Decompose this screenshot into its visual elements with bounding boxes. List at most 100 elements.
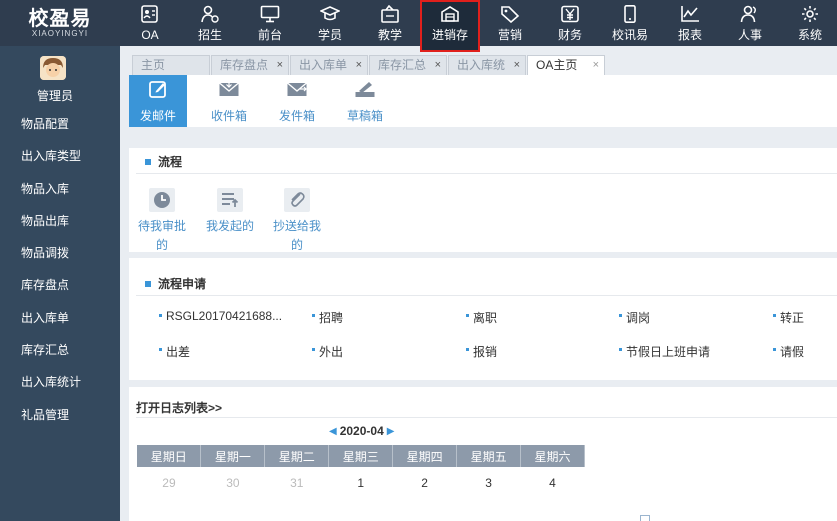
open-log-list-link[interactable]: 打开日志列表>> xyxy=(136,399,222,416)
nav-enrollment[interactable]: 招生 xyxy=(180,0,240,46)
nav-front-desk[interactable]: 前台 xyxy=(240,0,300,46)
apply-link-transfer[interactable]: 调岗 xyxy=(619,309,650,326)
calendar-day[interactable]: 4 xyxy=(521,467,585,499)
nav-system[interactable]: 系统 xyxy=(780,0,837,46)
sidebar-item-stock-summary[interactable]: 库存汇总 xyxy=(0,334,120,366)
prev-month-icon[interactable]: ◀ xyxy=(329,426,337,437)
pending-approval-button[interactable]: 待我审批的 xyxy=(134,188,190,255)
nav-oa-label: OA xyxy=(141,28,159,42)
initiated-by-me-button[interactable]: 我发起的 xyxy=(202,188,258,236)
compose-mail-label: 发邮件 xyxy=(139,109,176,123)
nav-marketing-label: 营销 xyxy=(497,28,522,42)
initiated-by-me-label: 我发起的 xyxy=(205,219,254,233)
partial-icon xyxy=(640,515,650,521)
log-divider xyxy=(136,417,837,418)
flow-panel: 流程 待我审批的 我发起的 抄送给我的 xyxy=(129,148,837,252)
apply-link-business-trip[interactable]: 出差 xyxy=(159,343,190,360)
cc-to-me-button[interactable]: 抄送给我的 xyxy=(269,188,325,255)
apply-link-going-out[interactable]: 外出 xyxy=(312,343,343,360)
tab-io-orders[interactable]: 出入库单 × xyxy=(290,55,368,75)
nav-hr-label: 人事 xyxy=(737,28,762,42)
flow-title: 流程 xyxy=(145,155,182,169)
draft-icon xyxy=(353,78,377,100)
outbox-button[interactable]: 发件箱 xyxy=(268,75,326,127)
next-month-icon[interactable]: ▶ xyxy=(387,426,395,437)
tab-home-label: 主页 xyxy=(141,58,166,72)
weekday-header: 星期二 xyxy=(264,445,330,467)
flow-apply-divider xyxy=(136,295,837,296)
nav-oa[interactable]: OA xyxy=(120,0,180,46)
sidebar-item-gifts[interactable]: 礼品管理 xyxy=(0,399,120,431)
nav-system-label: 系统 xyxy=(797,28,822,42)
tab-stocktake[interactable]: 库存盘点 × xyxy=(211,55,289,75)
nav-finance[interactable]: 财务 xyxy=(540,0,600,46)
weekday-header: 星期四 xyxy=(392,445,458,467)
sidebar-item-stock-out[interactable]: 物品出库 xyxy=(0,205,120,237)
tab-io-stats[interactable]: 出入库统 × xyxy=(448,55,526,75)
calendar-day[interactable]: 2 xyxy=(393,467,457,499)
top-bar: 校盈易 XIAOYINGYI OA 招生 前台 学员 教学 进销存 营销 财务 … xyxy=(0,0,837,52)
apply-link-regularize[interactable]: 转正 xyxy=(773,309,804,326)
nav-students-label: 学员 xyxy=(317,28,342,42)
sidebar-item-item-config[interactable]: 物品配置 xyxy=(0,108,120,140)
drafts-button[interactable]: 草稿箱 xyxy=(336,75,394,127)
calendar-month: 2020-04 xyxy=(339,424,384,438)
tab-stock-summary[interactable]: 库存汇总 × xyxy=(369,55,447,75)
apply-link-reimburse[interactable]: 报销 xyxy=(466,343,497,360)
sidebar: 管理员 物品配置 出入库类型 物品入库 物品出库 物品调拨 库存盘点 出入库单 … xyxy=(0,46,120,521)
apply-link-holiday-work[interactable]: 节假日上班申请 xyxy=(619,343,710,360)
sidebar-item-io-stats[interactable]: 出入库统计 xyxy=(0,366,120,398)
apply-link-rsgl[interactable]: RSGL20170421688... xyxy=(159,309,282,323)
monitor-icon xyxy=(259,4,281,24)
nav-messaging-label: 校讯易 xyxy=(611,28,648,42)
calendar-day[interactable]: 3 xyxy=(457,467,521,499)
nav-inventory[interactable]: 进销存 xyxy=(420,0,480,52)
nav-students[interactable]: 学员 xyxy=(300,0,360,46)
nav-reports[interactable]: 报表 xyxy=(660,0,720,46)
mobile-icon xyxy=(619,4,641,24)
logo-subtitle: XIAOYINGYI xyxy=(31,29,89,38)
nav-front-desk-label: 前台 xyxy=(257,28,282,42)
main-nav: OA 招生 前台 学员 教学 进销存 营销 财务 校讯易 报表 人事 系统 xyxy=(120,0,837,52)
flow-apply-title: 流程申请 xyxy=(145,277,206,291)
warehouse-icon xyxy=(439,4,461,24)
people-icon xyxy=(739,4,761,24)
calendar-day[interactable]: 31 xyxy=(265,467,329,499)
sidebar-item-stock-in[interactable]: 物品入库 xyxy=(0,173,120,205)
sidebar-item-io-orders[interactable]: 出入库单 xyxy=(0,302,120,334)
sidebar-item-stocktake[interactable]: 库存盘点 xyxy=(0,269,120,301)
nav-teaching[interactable]: 教学 xyxy=(360,0,420,46)
cc-to-me-label: 抄送给我的 xyxy=(272,219,321,252)
tab-oa-home[interactable]: OA主页 × xyxy=(527,55,605,75)
nav-reports-label: 报表 xyxy=(677,28,702,42)
close-icon[interactable]: × xyxy=(514,56,520,75)
weekday-header: 星期五 xyxy=(456,445,522,467)
close-icon[interactable]: × xyxy=(593,56,599,75)
apply-link-leave[interactable]: 请假 xyxy=(773,343,804,360)
calendar-day[interactable]: 1 xyxy=(329,467,393,499)
sidebar-menu: 物品配置 出入库类型 物品入库 物品出库 物品调拨 库存盘点 出入库单 库存汇总… xyxy=(0,108,120,431)
sidebar-item-io-types[interactable]: 出入库类型 xyxy=(0,140,120,172)
compose-mail-button[interactable]: 发邮件 xyxy=(129,75,187,127)
nav-finance-label: 财务 xyxy=(557,28,582,42)
log-panel: 打开日志列表>> ◀ 2020-04 ▶ 星期日 星期一 星期二 星期三 星期四… xyxy=(129,387,837,521)
calendar-day[interactable]: 30 xyxy=(201,467,265,499)
nav-teaching-label: 教学 xyxy=(377,28,402,42)
close-icon[interactable]: × xyxy=(356,56,362,75)
nav-marketing[interactable]: 营销 xyxy=(480,0,540,46)
calendar-day[interactable]: 29 xyxy=(137,467,201,499)
close-icon[interactable]: × xyxy=(435,56,441,75)
avatar xyxy=(40,56,66,80)
tab-home[interactable]: 主页 xyxy=(132,55,210,75)
close-icon[interactable]: × xyxy=(277,56,283,75)
nav-hr[interactable]: 人事 xyxy=(720,0,780,46)
inbox-label: 收件箱 xyxy=(210,109,247,123)
calendar-week-row: 29 30 31 1 2 3 4 xyxy=(137,467,585,499)
apply-link-recruit[interactable]: 招聘 xyxy=(312,309,343,326)
nav-messaging[interactable]: 校讯易 xyxy=(600,0,660,46)
clock-icon xyxy=(149,188,175,212)
sidebar-item-transfer[interactable]: 物品调拨 xyxy=(0,237,120,269)
apply-link-resign[interactable]: 离职 xyxy=(466,309,497,326)
flow-apply-panel: 流程申请 RSGL20170421688... 招聘 离职 调岗 转正 出差 外… xyxy=(129,258,837,380)
inbox-button[interactable]: 收件箱 xyxy=(200,75,258,127)
